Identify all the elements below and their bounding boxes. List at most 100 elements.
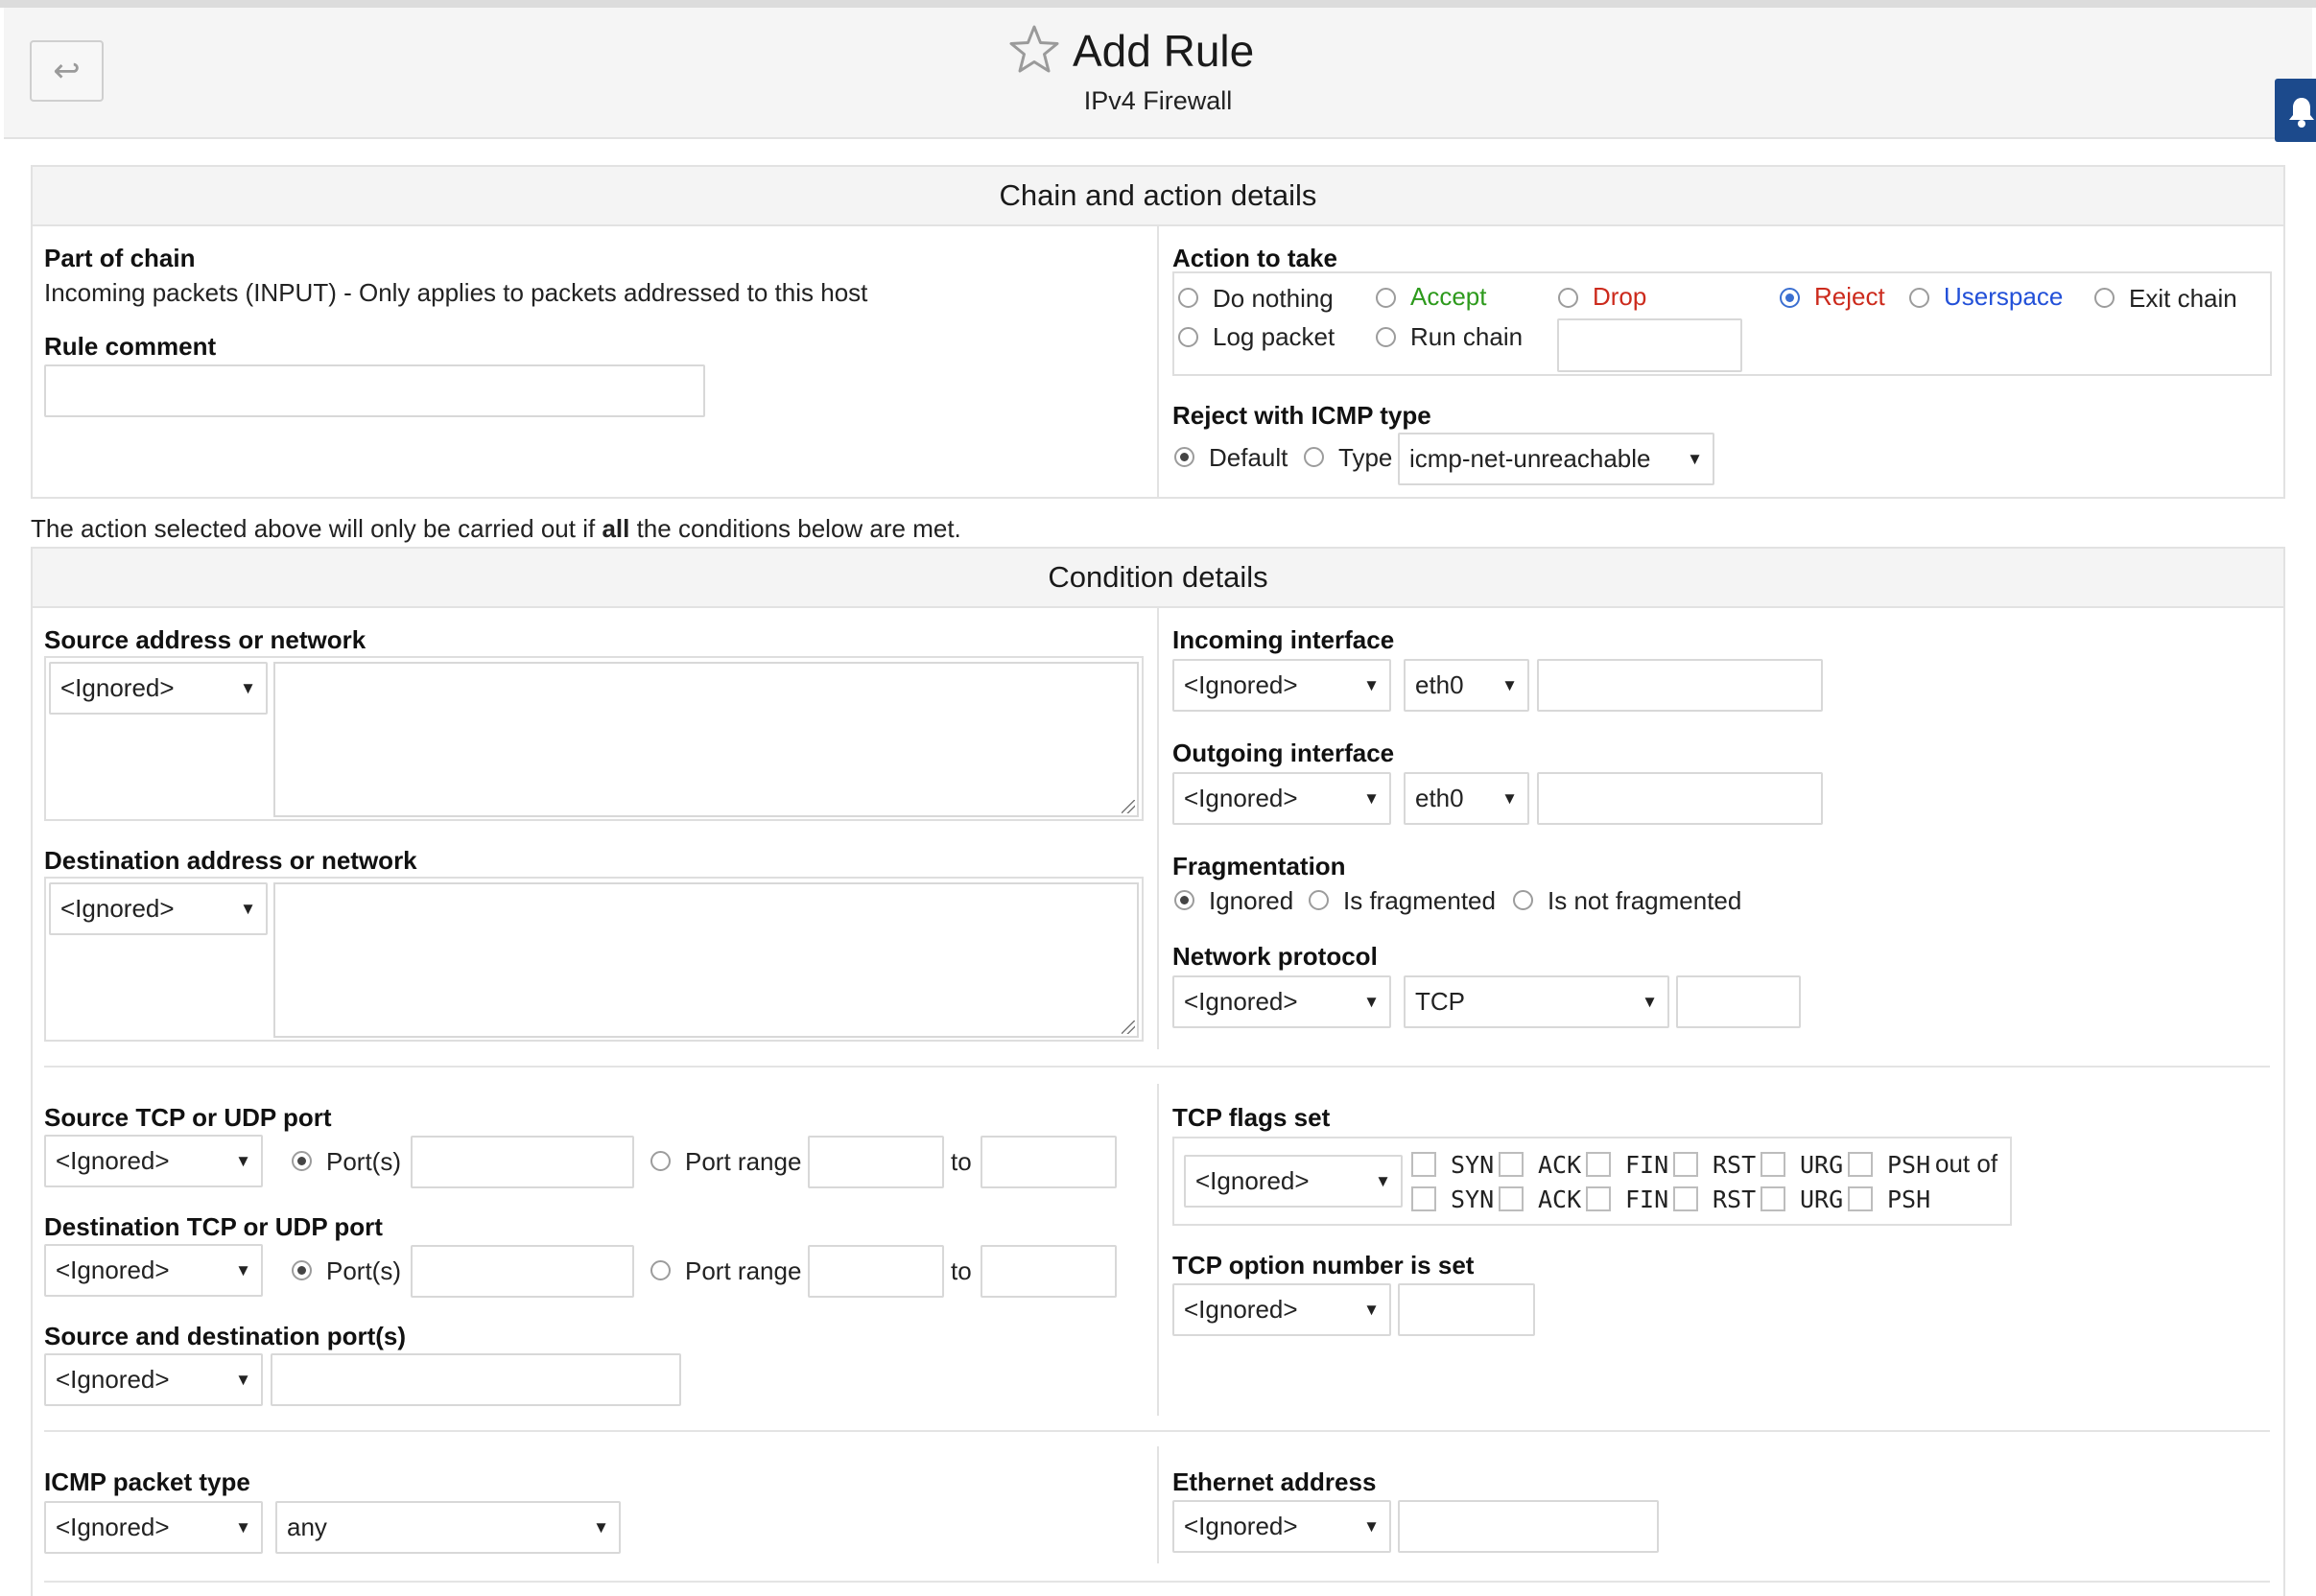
destination-port-range-radio[interactable] — [650, 1260, 671, 1280]
action-run-chain-label[interactable]: Run chain — [1410, 322, 1523, 352]
source-address-textarea[interactable] — [273, 662, 1139, 817]
tcp-option-mode-select[interactable]: <Ignored> ▼ — [1172, 1283, 1391, 1336]
condition-separator-1 — [44, 1066, 2270, 1068]
network-protocol-input[interactable] — [1676, 975, 1801, 1028]
action-drop-label[interactable]: Drop — [1593, 282, 1646, 312]
mask-psh-checkbox[interactable] — [1848, 1186, 1873, 1211]
incoming-interface-mode-value: <Ignored> — [1184, 670, 1298, 699]
action-exit-chain-label[interactable]: Exit chain — [2129, 284, 2237, 314]
source-port-range-label[interactable]: Port range — [685, 1147, 801, 1177]
reject-type-label[interactable]: Type — [1338, 443, 1392, 473]
flag-syn-checkbox[interactable] — [1411, 1152, 1436, 1177]
mask-fin-checkbox[interactable] — [1586, 1186, 1611, 1211]
destination-address-textarea[interactable] — [273, 882, 1139, 1038]
mask-urg-label: URG — [1800, 1185, 1844, 1213]
mask-ack-checkbox[interactable] — [1499, 1186, 1524, 1211]
fragmentation-is-fragmented-radio[interactable] — [1309, 890, 1329, 910]
fragmentation-ignored-label[interactable]: Ignored — [1209, 886, 1293, 916]
notifications-tab[interactable] — [2275, 79, 2316, 142]
network-protocol-mode-select[interactable]: <Ignored> ▼ — [1172, 975, 1391, 1028]
rule-comment-input[interactable] — [44, 364, 705, 417]
source-port-range-to-input[interactable] — [981, 1136, 1117, 1188]
tcp-option-input[interactable] — [1398, 1283, 1535, 1336]
flag-psh-checkbox[interactable] — [1848, 1152, 1873, 1177]
action-do-nothing-radio[interactable] — [1178, 288, 1198, 308]
source-address-mode-select[interactable]: <Ignored> ▼ — [49, 662, 268, 715]
action-exit-chain-radio[interactable] — [2094, 288, 2115, 308]
source-port-mode-select[interactable]: <Ignored> ▼ — [44, 1135, 263, 1187]
mask-syn-checkbox[interactable] — [1411, 1186, 1436, 1211]
action-reject-label[interactable]: Reject — [1814, 282, 1885, 312]
destination-port-range-from-input[interactable] — [808, 1245, 944, 1298]
triangle-down-icon: ▼ — [1363, 992, 1380, 1011]
fragmentation-is-fragmented-label[interactable]: Is fragmented — [1343, 886, 1496, 916]
action-accept-radio[interactable] — [1376, 288, 1396, 308]
reject-default-radio[interactable] — [1174, 447, 1194, 467]
resize-grip-icon[interactable] — [1122, 800, 1135, 813]
part-of-chain-value: Incoming packets (INPUT) - Only applies … — [44, 278, 868, 307]
reject-default-label[interactable]: Default — [1209, 443, 1288, 473]
action-drop-radio[interactable] — [1558, 288, 1578, 308]
incoming-interface-select[interactable]: eth0 ▼ — [1404, 659, 1529, 712]
triangle-down-icon: ▼ — [1363, 1516, 1380, 1536]
action-userspace-label[interactable]: Userspace — [1944, 282, 2063, 312]
action-reject-radio[interactable] — [1780, 288, 1800, 308]
icmp-type-label: ICMP packet type — [44, 1467, 250, 1496]
src-dst-ports-mode-select[interactable]: <Ignored> ▼ — [44, 1353, 263, 1406]
destination-ports-input[interactable] — [411, 1245, 634, 1298]
triangle-down-icon: ▼ — [593, 1517, 609, 1537]
destination-port-label: Destination TCP or UDP port — [44, 1212, 383, 1241]
network-protocol-select[interactable]: TCP ▼ — [1404, 975, 1669, 1028]
reject-type-select[interactable]: icmp-net-unreachable ▼ — [1398, 433, 1714, 485]
source-port-range-radio[interactable] — [650, 1151, 671, 1171]
action-run-chain-radio[interactable] — [1376, 327, 1396, 347]
source-port-range-from-input[interactable] — [808, 1136, 944, 1188]
flag-rst-checkbox[interactable] — [1673, 1152, 1698, 1177]
destination-ports-label[interactable]: Port(s) — [326, 1256, 401, 1286]
action-log-packet-label[interactable]: Log packet — [1213, 322, 1335, 352]
source-ports-radio[interactable] — [292, 1151, 312, 1171]
destination-port-mode-select[interactable]: <Ignored> ▼ — [44, 1244, 263, 1297]
action-log-packet-radio[interactable] — [1178, 327, 1198, 347]
icmp-type-select[interactable]: any ▼ — [275, 1501, 621, 1554]
flag-fin-checkbox[interactable] — [1586, 1152, 1611, 1177]
tcp-flags-mode-select[interactable]: <Ignored> ▼ — [1184, 1155, 1403, 1208]
mask-urg-checkbox[interactable] — [1761, 1186, 1785, 1211]
fragmentation-not-fragmented-label[interactable]: Is not fragmented — [1548, 886, 1741, 916]
run-chain-input[interactable] — [1557, 318, 1742, 372]
reject-icmp-label: Reject with ICMP type — [1172, 401, 1431, 430]
icmp-type-mode-select[interactable]: <Ignored> ▼ — [44, 1501, 263, 1554]
fragmentation-not-fragmented-radio[interactable] — [1513, 890, 1533, 910]
resize-grip-icon[interactable] — [1122, 1021, 1135, 1034]
destination-port-range-label[interactable]: Port range — [685, 1256, 801, 1286]
condition-divider-3 — [1157, 1446, 1159, 1563]
destination-ports-radio[interactable] — [292, 1260, 312, 1280]
action-userspace-radio[interactable] — [1909, 288, 1929, 308]
destination-port-range-to-input[interactable] — [981, 1245, 1117, 1298]
action-do-nothing-label[interactable]: Do nothing — [1213, 284, 1334, 314]
destination-address-mode-select[interactable]: <Ignored> ▼ — [49, 882, 268, 935]
back-button[interactable]: ↩ — [30, 40, 104, 102]
outgoing-interface-mode-select[interactable]: <Ignored> ▼ — [1172, 772, 1391, 825]
triangle-down-icon: ▼ — [1375, 1171, 1391, 1190]
ethernet-address-mode-select[interactable]: <Ignored> ▼ — [1172, 1500, 1391, 1553]
ethernet-address-input[interactable] — [1398, 1500, 1659, 1553]
flag-ack-label: ACK — [1538, 1151, 1582, 1179]
source-ports-input[interactable] — [411, 1136, 634, 1188]
action-accept-label[interactable]: Accept — [1410, 282, 1487, 312]
incoming-interface-input[interactable] — [1537, 659, 1823, 712]
flag-ack-checkbox[interactable] — [1499, 1152, 1524, 1177]
source-ports-label[interactable]: Port(s) — [326, 1147, 401, 1177]
incoming-interface-mode-select[interactable]: <Ignored> ▼ — [1172, 659, 1391, 712]
chain-panel-heading: Chain and action details — [33, 167, 2283, 226]
src-dst-ports-input[interactable] — [271, 1353, 681, 1406]
triangle-down-icon: ▼ — [1687, 449, 1703, 468]
outgoing-interface-input[interactable] — [1537, 772, 1823, 825]
reject-type-radio[interactable] — [1304, 447, 1324, 467]
page-subtitle: IPv4 Firewall — [1083, 86, 1233, 115]
star-outline-icon[interactable] — [1007, 23, 1061, 77]
mask-rst-checkbox[interactable] — [1673, 1186, 1698, 1211]
flag-urg-checkbox[interactable] — [1761, 1152, 1785, 1177]
outgoing-interface-select[interactable]: eth0 ▼ — [1404, 772, 1529, 825]
fragmentation-ignored-radio[interactable] — [1174, 890, 1194, 910]
